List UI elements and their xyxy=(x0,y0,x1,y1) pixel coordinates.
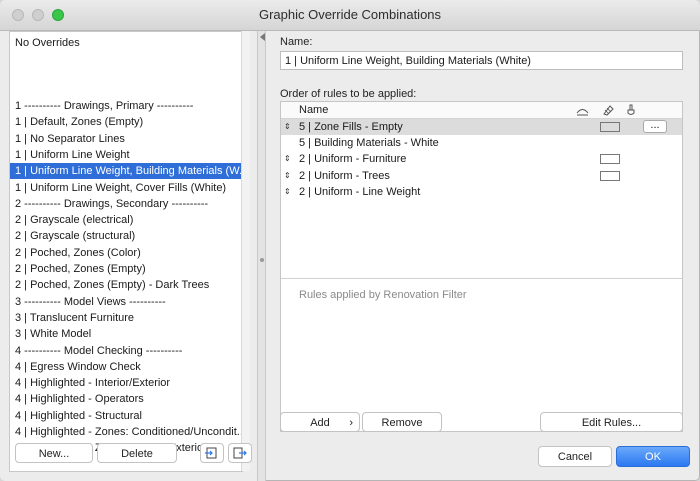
fill-swatch[interactable] xyxy=(600,122,620,132)
combination-list-item[interactable]: 2 | Poched, Zones (Empty) - Dark Trees xyxy=(10,277,242,293)
renovation-separator xyxy=(281,278,682,279)
export-icon xyxy=(233,447,247,459)
reorder-handle-icon[interactable]: ⇕ xyxy=(284,151,292,167)
combination-list-item[interactable]: 2 ---------- Drawings, Secondary -------… xyxy=(10,196,242,212)
fill-pattern-icon xyxy=(603,105,614,116)
window-title: Graphic Override Combinations xyxy=(258,7,442,22)
edit-rules-button[interactable]: Edit Rules... xyxy=(540,412,683,432)
rule-row[interactable]: ⇕ 5 | Zone Fills - Empty... xyxy=(281,119,682,135)
splitter-grip-icon xyxy=(260,258,264,262)
panel-splitter[interactable] xyxy=(257,31,266,481)
order-label: Order of rules to be applied: xyxy=(280,88,417,100)
name-label: Name: xyxy=(280,36,313,48)
combination-list-item[interactable]: 4 | Highlighted - Zones: Conditioned/Unc… xyxy=(10,424,242,440)
remove-rule-button[interactable]: Remove xyxy=(362,412,442,432)
rule-name: 5 | Building Materials - White xyxy=(299,137,439,150)
import-button[interactable] xyxy=(200,443,224,463)
rule-row[interactable]: 5 | Building Materials - White xyxy=(281,135,682,151)
fill-swatch[interactable] xyxy=(600,154,620,165)
combinations-panel: No Overrides 1 ---------- Drawings, Prim… xyxy=(0,31,257,481)
combination-list-item[interactable]: 3 | Translucent Furniture xyxy=(10,310,242,326)
more-options-button[interactable]: ... xyxy=(643,120,667,133)
combination-list-item[interactable]: 4 | Egress Window Check xyxy=(10,359,242,375)
combination-list-item[interactable]: 1 | Uniform Line Weight, Building Materi… xyxy=(10,163,242,180)
chevron-right-icon: › xyxy=(349,417,353,429)
list-scrollbar[interactable] xyxy=(241,31,250,471)
combination-list-item[interactable]: 4 | Highlighted - Operators xyxy=(10,391,242,407)
rules-table: Name ⇕ 5 | Zone Fills - Empty... 5 | Build… xyxy=(280,101,683,432)
reorder-handle-icon[interactable]: ⇕ xyxy=(284,119,292,135)
rule-row[interactable]: ⇕ 2 | Uniform - Furniture xyxy=(281,151,682,167)
column-header-name: Name xyxy=(299,104,329,116)
reorder-handle-icon[interactable]: ⇕ xyxy=(284,184,292,200)
combination-list-item[interactable]: 4 | Highlighted - Interior/Exterior xyxy=(10,375,242,391)
ok-button[interactable]: OK xyxy=(616,446,690,467)
new-button[interactable]: New... xyxy=(15,443,93,463)
rule-name: 2 | Uniform - Line Weight xyxy=(299,185,421,198)
combination-list-item[interactable]: 2 | Poched, Zones (Color) xyxy=(10,245,242,261)
title-bar: Graphic Override Combinations xyxy=(0,0,700,31)
combination-list-item[interactable]: 2 | Poched, Zones (Empty) xyxy=(10,261,242,277)
import-icon xyxy=(205,447,217,459)
export-button[interactable] xyxy=(228,443,252,463)
combination-list-item[interactable]: 1 | Uniform Line Weight, Cover Fills (Wh… xyxy=(10,180,242,196)
combination-list-item[interactable]: 2 | Grayscale (electrical) xyxy=(10,212,242,228)
combination-list-item[interactable]: 1 | Default, Zones (Empty) xyxy=(10,114,242,130)
surface-icon xyxy=(576,109,589,116)
combination-list-item[interactable]: 1 ---------- Drawings, Primary ---------… xyxy=(10,98,242,114)
rule-name: 5 | Zone Fills - Empty xyxy=(299,121,403,133)
rule-name: 2 | Uniform - Furniture xyxy=(299,153,407,166)
collapse-panel-icon[interactable] xyxy=(260,33,265,41)
add-rule-button[interactable]: Add › xyxy=(280,412,360,432)
combination-list-item[interactable]: 3 | White Model xyxy=(10,326,242,342)
combination-list[interactable]: 1 ---------- Drawings, Primary ---------… xyxy=(9,63,243,472)
delete-button[interactable]: Delete xyxy=(97,443,177,463)
graphic-override-combinations-dialog: Graphic Override Combinations No Overrid… xyxy=(0,0,700,481)
combination-list-item[interactable]: 4 ---------- Model Checking ---------- xyxy=(10,343,242,359)
reorder-handle-icon[interactable]: ⇕ xyxy=(284,168,292,184)
combination-list-item[interactable]: 3 ---------- Model Views ---------- xyxy=(10,294,242,310)
rule-name: 2 | Uniform - Trees xyxy=(299,169,390,182)
add-rule-label: Add xyxy=(310,417,330,429)
brush-icon xyxy=(627,104,635,115)
name-field[interactable]: 1 | Uniform Line Weight, Building Materi… xyxy=(280,51,683,70)
fill-swatch[interactable] xyxy=(600,170,620,181)
combination-list-item[interactable]: 2 | Grayscale (structural) xyxy=(10,228,242,244)
combination-list-item[interactable]: 1 | Uniform Line Weight xyxy=(10,147,242,163)
renovation-filter-text: Rules applied by Renovation Filter xyxy=(299,289,467,301)
rules-table-header: Name xyxy=(281,102,682,119)
no-overrides-item[interactable]: No Overrides xyxy=(9,31,243,64)
combination-list-item[interactable]: 1 | No Separator Lines xyxy=(10,131,242,147)
combination-list-item[interactable]: 4 | Highlighted - Structural xyxy=(10,408,242,424)
rule-row[interactable]: ⇕ 2 | Uniform - Line Weight xyxy=(281,184,682,200)
cancel-button[interactable]: Cancel xyxy=(538,446,612,467)
no-overrides-label: No Overrides xyxy=(15,37,80,49)
rule-row[interactable]: ⇕ 2 | Uniform - Trees xyxy=(281,168,682,184)
combination-editor: Name: 1 | Uniform Line Weight, Building … xyxy=(266,31,700,481)
